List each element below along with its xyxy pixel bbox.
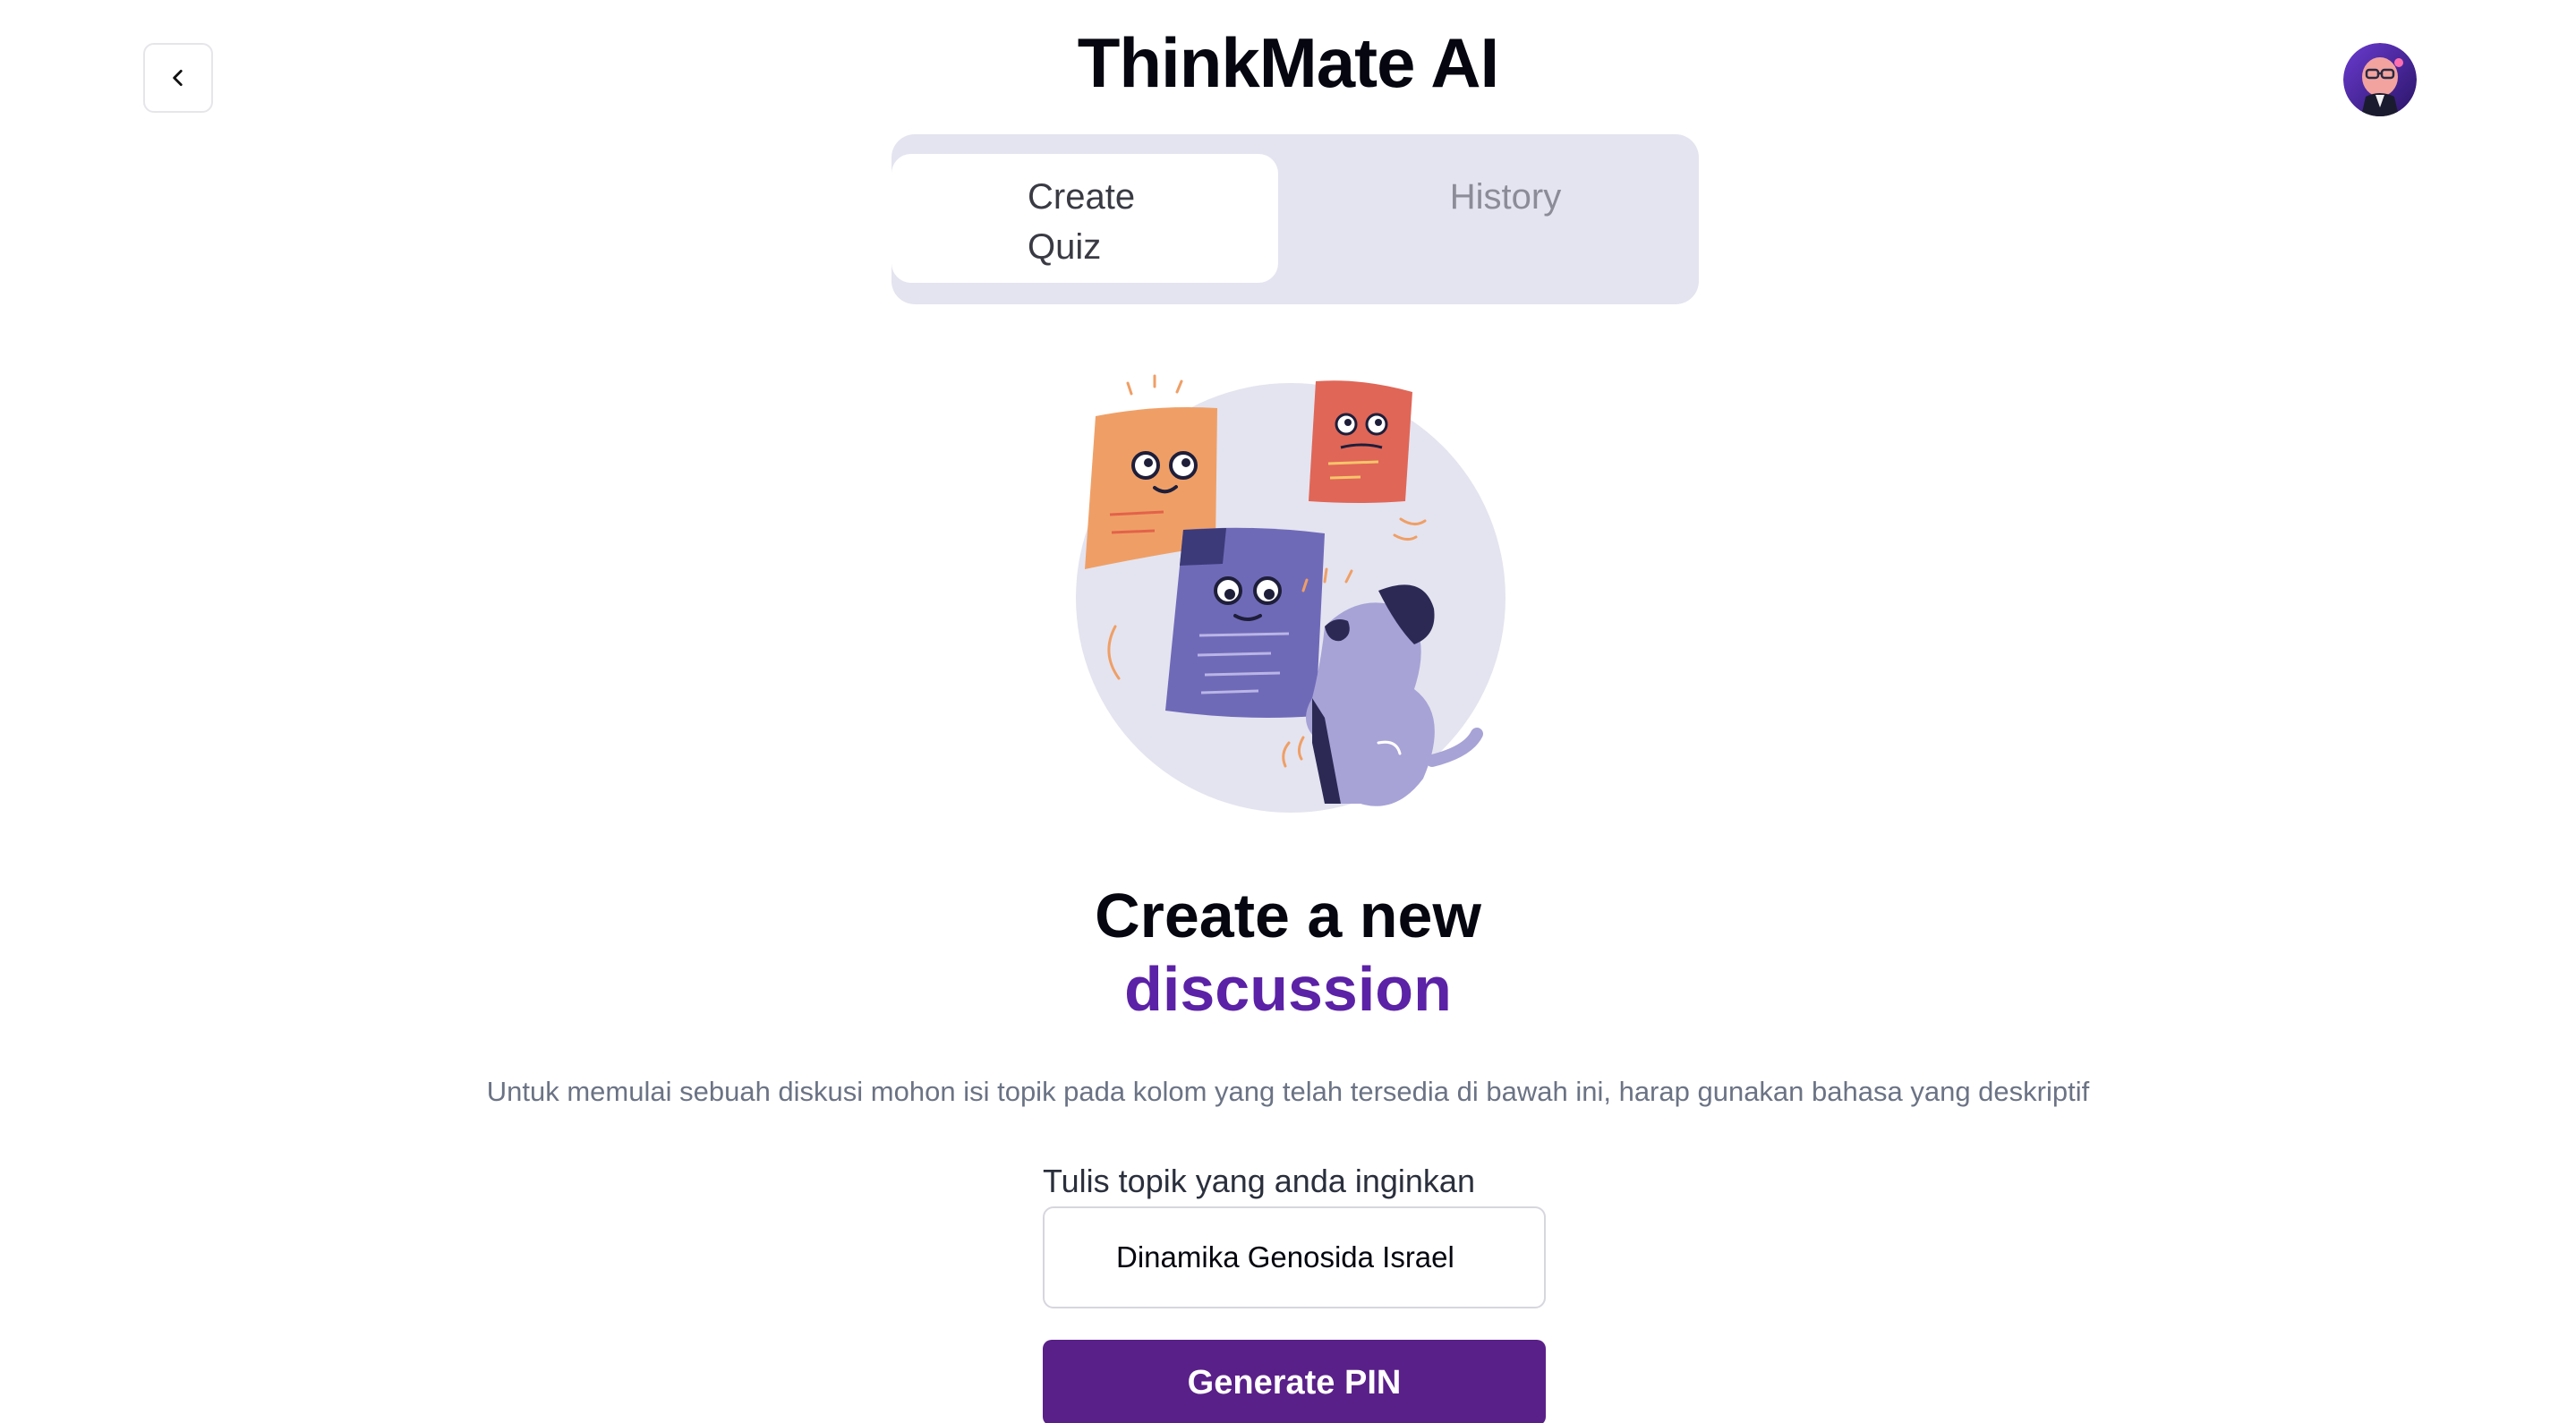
tab-bar: Create Quiz History	[891, 134, 1699, 304]
tab-create-quiz-label: Create Quiz	[1028, 177, 1136, 267]
heading-accent: discussion	[1124, 954, 1452, 1024]
description-text: Untuk memulai sebuah diskusi mohon isi t…	[486, 1076, 2090, 1107]
sticky-notes-illustration	[1076, 374, 1506, 813]
tab-create-quiz[interactable]: Create Quiz	[891, 154, 1278, 283]
tab-history[interactable]: History	[1312, 172, 1699, 222]
page-heading: Create a new discussion	[0, 879, 2576, 1026]
create-discussion-page: ThinkMate AI Create Quiz History Create …	[0, 0, 2576, 1423]
avatar-image	[2343, 43, 2417, 116]
tab-history-label: History	[1449, 177, 1562, 217]
app-title: ThinkMate AI	[1077, 23, 1499, 102]
topic-input[interactable]	[1043, 1206, 1546, 1308]
generate-pin-button[interactable]: Generate PIN	[1043, 1340, 1546, 1423]
heading-line-1: Create a new	[1095, 881, 1481, 950]
user-avatar[interactable]	[2343, 43, 2417, 116]
topic-field-label: Tulis topik yang anda inginkan	[1043, 1163, 1475, 1199]
